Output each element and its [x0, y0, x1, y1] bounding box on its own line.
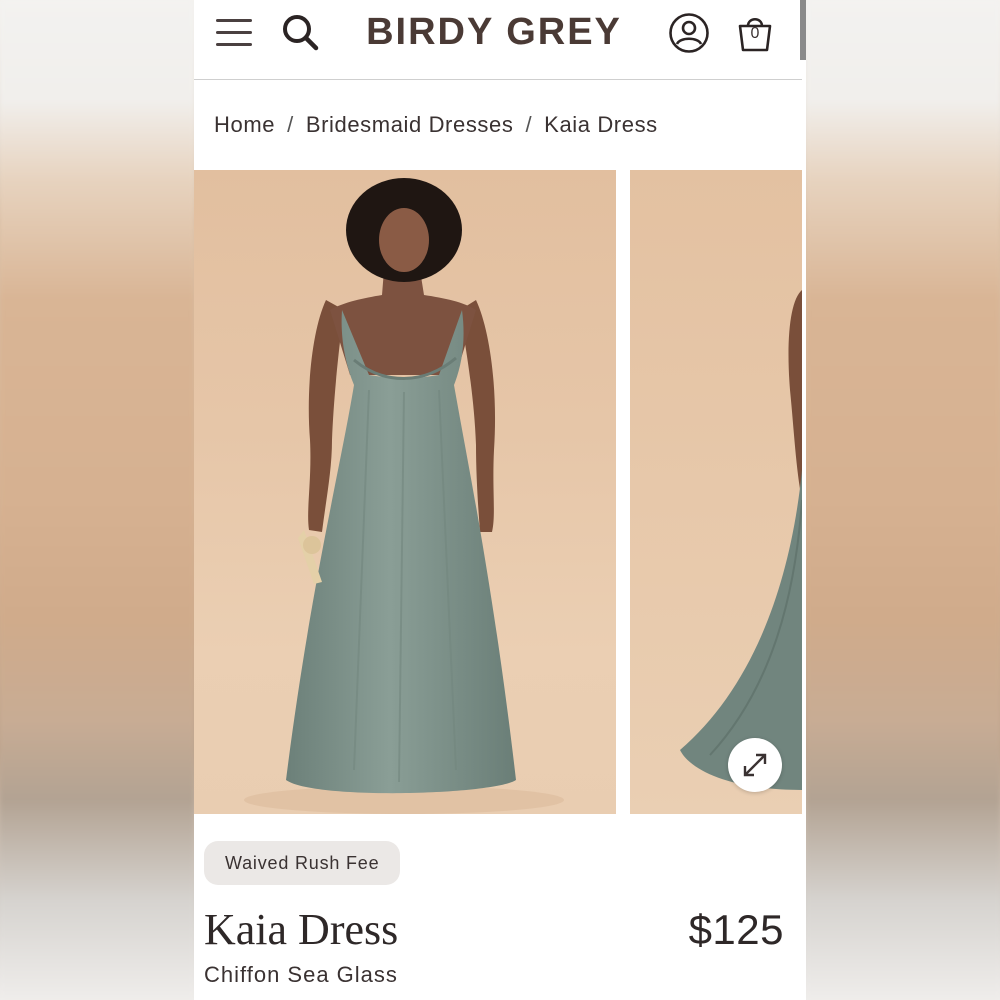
- breadcrumb-bridesmaid-dresses[interactable]: Bridesmaid Dresses: [306, 112, 514, 138]
- breadcrumb-separator: /: [287, 112, 294, 137]
- product-page: BIRDY GREY 0 Home / Bridesmaid Dresses /…: [194, 0, 806, 1000]
- shopping-bag-icon[interactable]: 0: [732, 10, 778, 56]
- breadcrumb: Home / Bridesmaid Dresses / Kaia Dress: [214, 108, 658, 142]
- breadcrumb-separator: /: [525, 112, 533, 137]
- hamburger-menu-icon[interactable]: [214, 14, 254, 50]
- breadcrumb-current: Kaia Dress: [544, 112, 658, 137]
- product-price: $125: [688, 906, 784, 953]
- product-photo-back[interactable]: [630, 170, 802, 814]
- background-right-blur: [806, 0, 1000, 1000]
- breadcrumb-home[interactable]: Home: [214, 112, 275, 138]
- expand-arrows-icon[interactable]: [728, 738, 782, 792]
- product-color: Chiffon Sea Glass: [204, 962, 398, 987]
- account-icon[interactable]: [666, 10, 712, 56]
- background-left-blur: [0, 0, 194, 1000]
- site-logo[interactable]: BIRDY GREY: [344, 10, 644, 54]
- bag-count: 0: [750, 25, 760, 42]
- product-gallery[interactable]: [194, 170, 806, 814]
- rush-fee-badge: Waived Rush Fee: [204, 841, 401, 885]
- search-icon[interactable]: [278, 10, 322, 54]
- product-title: Kaia Dress: [204, 905, 399, 954]
- site-header: BIRDY GREY 0: [194, 0, 802, 80]
- product-photo-front[interactable]: [194, 170, 616, 814]
